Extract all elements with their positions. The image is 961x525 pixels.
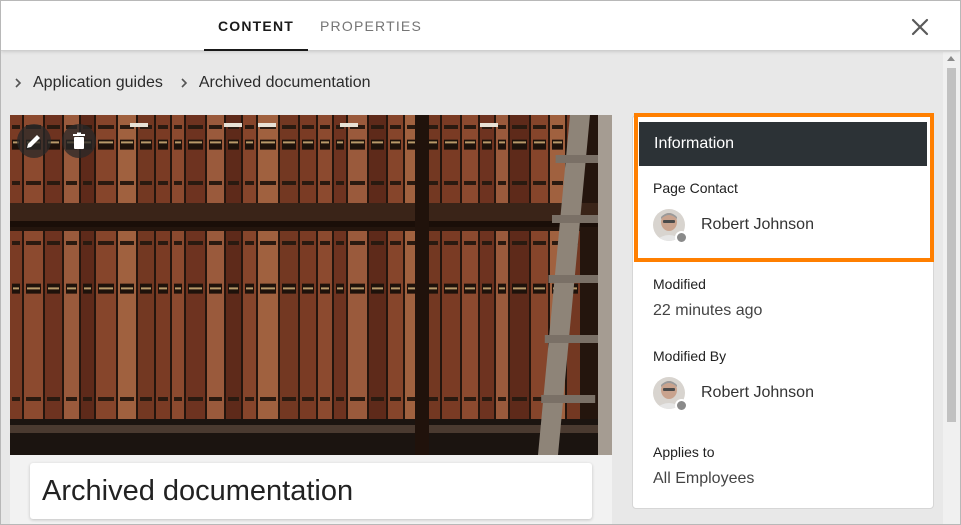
- scroll-up-arrow-icon[interactable]: [947, 56, 955, 61]
- information-header: Information: [639, 122, 927, 166]
- breadcrumb: Application guides Archived documentatio…: [11, 71, 385, 95]
- modified-by-label: Modified By: [653, 348, 727, 364]
- chevron-right-icon: [15, 78, 22, 88]
- scroll-thumb[interactable]: [947, 68, 956, 422]
- page-contact-person[interactable]: Robert Johnson: [653, 208, 814, 244]
- tab-properties[interactable]: PROPERTIES: [317, 1, 425, 51]
- chevron-right-icon: [181, 78, 188, 88]
- breadcrumb-item-archived-documentation: Archived documentation: [198, 74, 371, 91]
- presence-offline-icon: [675, 399, 688, 412]
- bookshelf-image: [10, 115, 612, 455]
- modified-by-person[interactable]: Robert Johnson: [653, 376, 814, 412]
- tab-content[interactable]: CONTENT: [204, 1, 308, 51]
- applies-to-label: Applies to: [653, 444, 715, 460]
- trash-icon: [73, 132, 85, 149]
- close-icon: [911, 18, 929, 36]
- page-title: Archived documentation: [42, 475, 354, 507]
- applies-to-value: All Employees: [653, 470, 755, 487]
- modified-label: Modified: [653, 276, 706, 292]
- hero-image: [10, 115, 612, 455]
- page-contact-label: Page Contact: [653, 180, 738, 196]
- page-title-card: Archived documentation: [30, 463, 592, 519]
- page-contact-name: Robert Johnson: [701, 216, 814, 233]
- top-bar: CONTENT PROPERTIES: [1, 1, 960, 51]
- breadcrumb-item-application-guides[interactable]: Application guides: [33, 74, 163, 92]
- presence-offline-icon: [675, 231, 688, 244]
- edit-button[interactable]: [17, 124, 51, 158]
- app-window: CONTENT PROPERTIES Application guides Ar…: [0, 0, 961, 525]
- information-panel: Information Page Contact Robert Johnson …: [632, 115, 934, 509]
- pencil-icon: [27, 135, 40, 148]
- avatar: [653, 377, 688, 412]
- modified-value: 22 minutes ago: [653, 302, 763, 319]
- delete-button[interactable]: [62, 124, 96, 158]
- avatar: [653, 209, 688, 244]
- modified-by-name: Robert Johnson: [701, 384, 814, 401]
- scrollbar[interactable]: [943, 52, 960, 524]
- close-button[interactable]: [905, 12, 935, 42]
